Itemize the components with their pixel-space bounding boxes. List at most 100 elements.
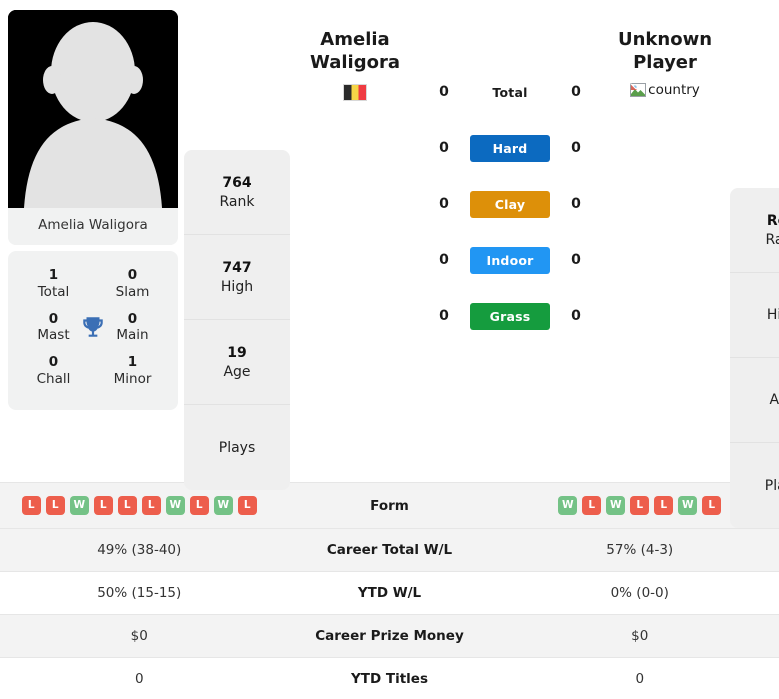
surface-comparison-column: Amelia Waligora 0 Total 0 0 Hard 0 0 Clay 0 0 Indo… bbox=[296, 10, 724, 344]
right-high-cell: High bbox=[730, 273, 779, 358]
broken-image-placeholder: country bbox=[630, 82, 700, 98]
stat-label-cell: Form bbox=[370, 497, 409, 514]
stats-table-body: L L W L L L W L W L Form W L W L L W L 49% (38-40) Career T… bbox=[0, 482, 779, 699]
left-player-photo-card: Amelia Waligora bbox=[8, 10, 178, 245]
right-player-name-line1: Unknown bbox=[617, 29, 713, 50]
left-clay-score: 0 bbox=[439, 196, 449, 212]
right-plays-cell: Plays bbox=[730, 443, 779, 528]
right-player-name-line2: Player bbox=[633, 52, 697, 74]
broken-image-icon bbox=[630, 83, 647, 98]
stat-label-cell: YTD Titles bbox=[351, 671, 428, 687]
table-row: L L W L L L W L W L Form W L W L L W L bbox=[0, 482, 779, 529]
right-indoor-score: 0 bbox=[571, 252, 581, 268]
left-high-cell: 747 High bbox=[184, 235, 290, 320]
form-badge-loss[interactable]: L bbox=[141, 496, 161, 515]
left-player-photo-caption: Amelia Waligora bbox=[8, 208, 178, 245]
form-badge-win[interactable]: W bbox=[558, 496, 578, 515]
form-badge-loss[interactable]: L bbox=[117, 496, 137, 515]
left-form-strip: LLWLLLWLWL bbox=[6, 496, 273, 515]
surface-row-clay: 0 Clay 0 bbox=[418, 176, 602, 232]
form-badge-loss[interactable]: L bbox=[93, 496, 113, 515]
form-badge-win[interactable]: W bbox=[165, 496, 185, 515]
form-badge-loss[interactable]: L bbox=[237, 496, 257, 515]
form-badge-loss[interactable]: L bbox=[582, 496, 602, 515]
left-age-value: 19 bbox=[227, 345, 247, 362]
left-plays-label: Plays bbox=[218, 439, 256, 456]
form-badge-win[interactable]: W bbox=[678, 496, 698, 515]
player-names-row: Amelia Waligora 0 Total 0 0 Hard 0 0 Clay 0 0 Indo… bbox=[296, 10, 724, 344]
titles-row-chall-minor: 0 Chall 1 Minor bbox=[14, 354, 172, 388]
left-high-value: 747 bbox=[222, 260, 252, 277]
titles-chall-value: 0 bbox=[48, 354, 59, 371]
right-plays-label: Plays bbox=[764, 477, 779, 494]
right-grass-score: 0 bbox=[571, 308, 581, 324]
table-row: $0 Career Prize Money $0 bbox=[0, 614, 779, 658]
form-badge-loss[interactable]: L bbox=[45, 496, 65, 515]
surface-row-hard: 0 Hard 0 bbox=[418, 120, 602, 176]
titles-slam-label: Slam bbox=[115, 283, 150, 300]
surface-row-total: 0 Total 0 bbox=[418, 64, 602, 120]
surface-label-total: Total bbox=[492, 84, 528, 100]
left-player-name-block: Amelia Waligora bbox=[296, 10, 414, 102]
surface-row-indoor: 0 Indoor 0 bbox=[418, 232, 602, 288]
surface-rows: 0 Total 0 0 Hard 0 0 Clay 0 0 Indoor 0 0 Grass 0 bbox=[414, 10, 606, 344]
left-ytd_wl-cell: 50% (15-15) bbox=[97, 585, 182, 601]
left-career_total_wl-cell: 49% (38-40) bbox=[97, 542, 182, 558]
left-player-name-line2: Waligora bbox=[310, 52, 400, 74]
table-row: 49% (38-40) Career Total W/L 57% (4-3) bbox=[0, 528, 779, 572]
left-player-name: Amelia Waligora bbox=[296, 28, 414, 74]
titles-total-label: Total bbox=[37, 283, 70, 300]
right-hard-score: 0 bbox=[571, 140, 581, 156]
left-player-info-column: 764 Rank 747 High 19 Age Plays bbox=[178, 10, 296, 490]
left-hard-score: 0 bbox=[439, 140, 449, 156]
surface-label-grass: Grass bbox=[470, 302, 550, 330]
form-badge-loss[interactable]: L bbox=[21, 496, 41, 515]
stat-label-cell: Career Total W/L bbox=[326, 542, 453, 558]
right-age-label: Age bbox=[769, 392, 779, 409]
right-ytd_wl-cell: 0% (0-0) bbox=[610, 585, 669, 601]
right-rank-label: Rank bbox=[765, 231, 779, 248]
left-total-score: 0 bbox=[439, 84, 449, 100]
right-age-cell: Age bbox=[730, 358, 779, 443]
left-age-cell: 19 Age bbox=[184, 320, 290, 405]
form-badge-loss[interactable]: L bbox=[654, 496, 674, 515]
left-player-name-line1: Amelia bbox=[320, 29, 390, 50]
belgium-flag-icon bbox=[343, 84, 367, 102]
right-player-name: Unknown Player bbox=[606, 28, 724, 74]
form-badge-win[interactable]: W bbox=[213, 496, 233, 515]
left-high-label: High bbox=[220, 278, 254, 295]
right-high-label: High bbox=[766, 307, 779, 324]
titles-row-mast-main: 0 Mast 0 Main bbox=[14, 311, 172, 345]
surface-label-hard: Hard bbox=[470, 134, 550, 162]
left-rank-label: Rank bbox=[219, 193, 255, 210]
right-rank-cell: Ret. Rank bbox=[730, 188, 779, 273]
table-row: 50% (15-15) YTD W/L 0% (0-0) bbox=[0, 571, 779, 615]
titles-minor-label: Minor bbox=[113, 371, 152, 388]
left-player-photo bbox=[8, 10, 178, 208]
comparison-header: Amelia Waligora 1 Total 0 Slam 0 Mast 0 … bbox=[0, 0, 779, 528]
left-career_prize_money-cell: $0 bbox=[130, 628, 148, 644]
right-total-score: 0 bbox=[571, 84, 581, 100]
table-row: 0 YTD Titles 0 bbox=[0, 657, 779, 699]
form-badge-win[interactable]: W bbox=[69, 496, 89, 515]
stat-label-cell: YTD W/L bbox=[357, 585, 422, 601]
form-badge-loss[interactable]: L bbox=[189, 496, 209, 515]
left-age-label: Age bbox=[223, 363, 251, 380]
right-rank-value: Ret. bbox=[766, 213, 779, 230]
titles-slam: 0 Slam bbox=[93, 267, 172, 301]
form-badge-loss[interactable]: L bbox=[630, 496, 650, 515]
left-player-info-card: 764 Rank 747 High 19 Age Plays bbox=[184, 150, 290, 490]
left-ytd_titles-cell: 0 bbox=[134, 671, 144, 687]
form-badge-win[interactable]: W bbox=[606, 496, 626, 515]
titles-chall-label: Chall bbox=[36, 371, 71, 388]
player-comparison-page: Amelia Waligora 1 Total 0 Slam 0 Mast 0 … bbox=[0, 0, 779, 699]
trophy-icon bbox=[83, 317, 103, 338]
surface-label-clay: Clay bbox=[470, 190, 550, 218]
left-rank-value: 764 bbox=[222, 175, 252, 192]
avatar-placeholder-icon bbox=[8, 10, 178, 208]
form-badge-loss[interactable]: L bbox=[702, 496, 722, 515]
stat-label-cell: Career Prize Money bbox=[315, 628, 464, 644]
broken-image-alt-text: country bbox=[648, 82, 700, 99]
titles-minor: 1 Minor bbox=[93, 354, 172, 388]
left-rank-cell: 764 Rank bbox=[184, 150, 290, 235]
